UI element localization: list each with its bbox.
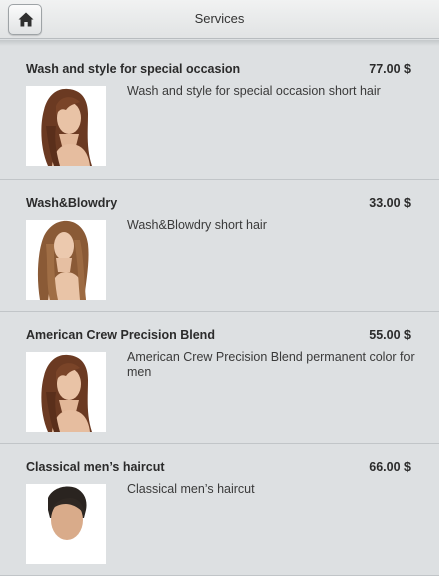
service-thumbnail: [26, 86, 106, 166]
page-title: Services: [194, 11, 245, 26]
service-item[interactable]: American Crew Precision Blend 55.00 $ Am…: [0, 312, 439, 444]
service-description: Classical men’s haircut: [127, 482, 255, 496]
service-thumbnail: [26, 220, 106, 300]
service-item[interactable]: Classical men’s haircut 66.00 $ Classica…: [0, 444, 439, 576]
service-description: Wash&Blowdry short hair: [127, 218, 267, 232]
service-description: American Crew Precision Blend permanent …: [127, 350, 415, 379]
service-thumbnail: [26, 352, 106, 432]
service-name: Classical men’s haircut: [26, 460, 165, 474]
header-bar: Services: [0, 0, 439, 39]
service-item[interactable]: Wash and style for special occasion 77.0…: [0, 46, 439, 180]
service-name: Wash&Blowdry: [26, 196, 118, 210]
service-thumbnail: [26, 484, 106, 564]
service-description: Wash and style for special occasion shor…: [127, 84, 381, 98]
service-price: 66.00 $: [369, 460, 411, 474]
service-name: American Crew Precision Blend: [26, 328, 215, 342]
service-price: 33.00 $: [369, 196, 411, 210]
service-name: Wash and style for special occasion: [26, 62, 241, 76]
services-list: Wash and style for special occasion 77.0…: [0, 46, 439, 576]
service-price: 77.00 $: [369, 62, 411, 76]
service-item[interactable]: Wash&Blowdry 33.00 $ Wash&Blowdry short …: [0, 180, 439, 312]
service-price: 55.00 $: [369, 328, 411, 342]
